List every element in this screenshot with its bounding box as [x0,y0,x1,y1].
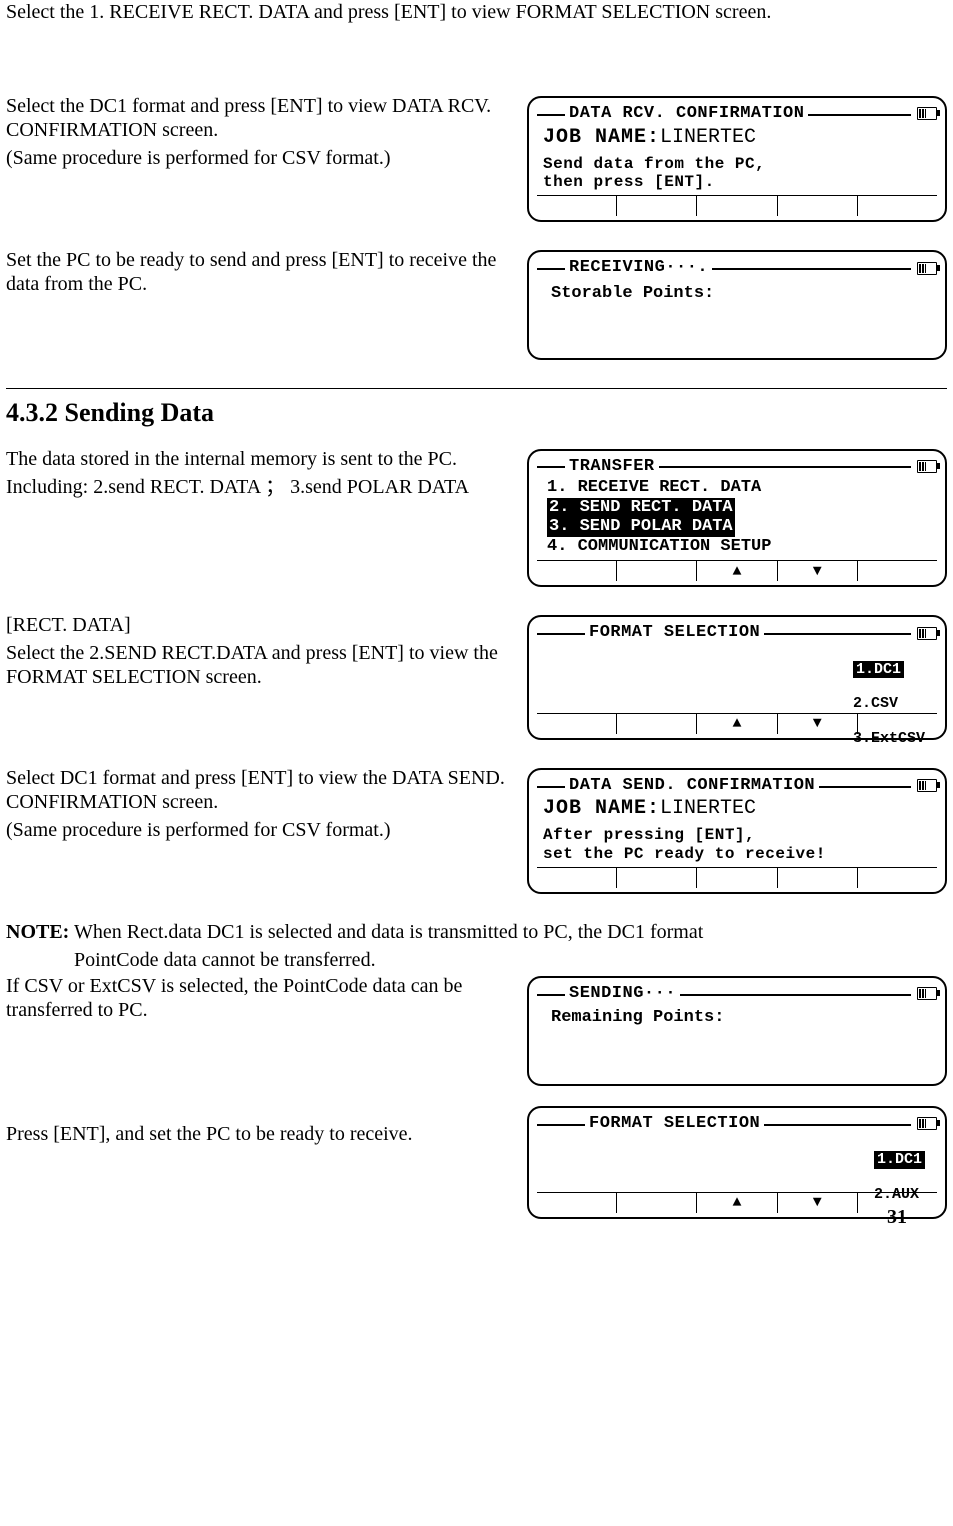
step4-line1: Select the 2.SEND RECT.DATA and press [E… [6,641,515,689]
softkey-bar [537,867,937,888]
step1-line2: (Same procedure is performed for CSV for… [6,146,515,170]
screen-format-selection-2: FORMAT SELECTION 1.DC1 2.AUX [527,1106,947,1219]
softkey-bar [537,713,937,734]
softkey[interactable] [858,868,937,888]
softkey[interactable] [778,196,858,216]
softkey-up[interactable] [697,561,777,581]
softkey[interactable] [537,561,617,581]
screen-body: Storable Points: [543,284,935,304]
softkey-down[interactable] [778,1193,858,1213]
softkey-bar [537,195,937,216]
softkey[interactable] [537,868,617,888]
softkey[interactable] [617,196,697,216]
step5-line1: Select DC1 format and press [ENT] to vie… [6,766,515,814]
softkey-down[interactable] [778,714,858,734]
screen-title: SENDING··· [569,984,676,1004]
job-label: JOB NAME: [543,126,660,149]
softkey-bar [537,1192,937,1213]
screen-receiving: RECEIVING···. Storable Points: [527,250,947,360]
battery-icon [917,987,937,1000]
section-heading: 4.3.2 Sending Data [6,397,947,428]
screen-msg-2: then press [ENT]. [543,173,935,191]
battery-icon [917,107,937,120]
format-option-2[interactable]: 2.CSV [853,695,898,712]
softkey[interactable] [617,561,697,581]
softkey[interactable] [858,561,937,581]
note-lead: NOTE: [6,921,69,943]
note-line1b: PointCode data cannot be transferred. [6,948,947,972]
softkey[interactable] [617,868,697,888]
screen-title: FORMAT SELECTION [589,623,760,643]
softkey[interactable] [858,196,937,216]
menu-item-1[interactable]: 1. RECEIVE RECT. DATA [547,478,935,498]
softkey[interactable] [617,1193,697,1213]
screen-format-selection-1: FORMAT SELECTION 1.DC1 2.CSV 3.ExtCSV [527,615,947,740]
battery-icon [917,627,937,640]
screen-title: FORMAT SELECTION [589,1114,760,1134]
softkey-up[interactable] [697,1193,777,1213]
format-option-1[interactable]: 1.DC1 [853,661,904,678]
step3-line1: The data stored in the internal memory i… [6,447,515,471]
note-line2: If CSV or ExtCSV is selected, the PointC… [6,974,515,1022]
step3-line2: Including: 2.send RECT. DATA ； 3.send PO… [6,475,515,499]
battery-icon [917,1117,937,1130]
softkey[interactable] [697,196,777,216]
step6-line1: Press [ENT], and set the PC to be ready … [6,1122,515,1146]
step4-heading: [RECT. DATA] [6,613,515,637]
section-divider [6,388,947,389]
menu-item-2[interactable]: 2. SEND RECT. DATA [547,498,735,518]
softkey[interactable] [537,714,617,734]
screen-title: RECEIVING···. [569,258,708,278]
softkey[interactable] [778,868,858,888]
screen-title: DATA RCV. CONFIRMATION [569,104,804,124]
softkey[interactable] [697,868,777,888]
menu-item-3[interactable]: 3. SEND POLAR DATA [547,517,735,537]
screen-title: TRANSFER [569,457,655,477]
softkey-bar [537,560,937,581]
job-value: LINERTEC [660,126,756,149]
battery-icon [917,779,937,792]
screen-msg-2: set the PC ready to receive! [543,845,935,863]
softkey[interactable] [537,1193,617,1213]
softkey-up[interactable] [697,714,777,734]
screen-body: Remaining Points: [543,1008,935,1028]
softkey-down[interactable] [778,561,858,581]
battery-icon [917,262,937,275]
screen-sending: SENDING··· Remaining Points: [527,976,947,1086]
intro-paragraph: Select the 1. RECEIVE RECT. DATA and pre… [6,0,947,24]
step1-line1: Select the DC1 format and press [ENT] to… [6,94,515,142]
screen-data-rcv-confirmation: DATA RCV. CONFIRMATION JOB NAME:LINERTEC… [527,96,947,222]
screen-transfer-menu: TRANSFER 1. RECEIVE RECT. DATA 2. SEND R… [527,449,947,588]
softkey[interactable] [858,1193,937,1213]
softkey[interactable] [537,196,617,216]
screen-title: DATA SEND. CONFIRMATION [569,776,815,796]
softkey[interactable] [858,714,937,734]
menu-item-4[interactable]: 4. COMMUNICATION SETUP [547,537,935,557]
softkey[interactable] [617,714,697,734]
job-label: JOB NAME: [543,797,660,820]
note-line1: When Rect.data DC1 is selected and data … [69,921,703,943]
job-value: LINERTEC [660,797,756,820]
screen-msg-1: Send data from the PC, [543,155,935,173]
step5-line2: (Same procedure is performed for CSV for… [6,818,515,842]
format-option-1[interactable]: 1.DC1 [874,1151,925,1168]
screen-msg-1: After pressing [ENT], [543,826,935,844]
battery-icon [917,460,937,473]
screen-data-send-confirmation: DATA SEND. CONFIRMATION JOB NAME:LINERTE… [527,768,947,894]
step2-line1: Set the PC to be ready to send and press… [6,248,515,296]
